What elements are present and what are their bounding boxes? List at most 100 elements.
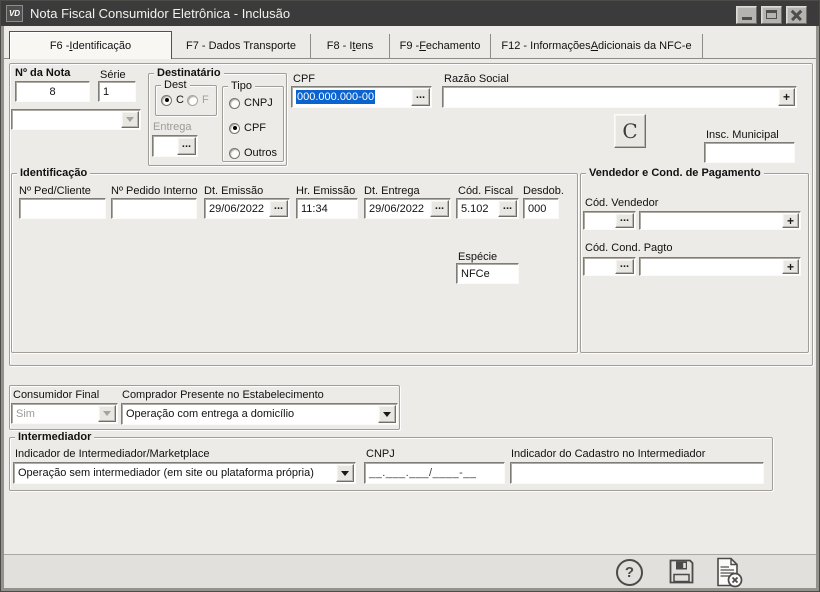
cod-vendedor-add-button[interactable]: + bbox=[782, 213, 799, 228]
nfce-window: VD Nota Fiscal Consumidor Eletrônica - I… bbox=[0, 0, 820, 592]
maximize-icon bbox=[766, 10, 777, 19]
cpf-lookup-button[interactable]: ... bbox=[411, 88, 430, 106]
tab-informacoes-adicionais[interactable]: F12 - Informações Adicionais da NFC-e bbox=[491, 34, 703, 58]
titlebar: VD Nota Fiscal Consumidor Eletrônica - I… bbox=[1, 1, 820, 26]
dest-title: Dest bbox=[161, 79, 190, 91]
insc-municipal-input[interactable] bbox=[704, 142, 795, 163]
cpf-label: CPF bbox=[293, 73, 315, 85]
cod-fiscal-lookup-button[interactable]: ... bbox=[498, 200, 517, 217]
cod-cond-pagto-add-button[interactable]: + bbox=[782, 259, 799, 274]
footer-bar bbox=[1, 555, 820, 592]
identificacao-title: Identificação bbox=[17, 167, 90, 179]
indicador-intermediador-dropdown-button[interactable] bbox=[336, 464, 354, 482]
minimize-button[interactable] bbox=[736, 6, 757, 24]
cod-fiscal-label: Cód. Fiscal bbox=[458, 185, 513, 197]
cod-vendedor-code-input[interactable]: ... bbox=[583, 211, 636, 230]
indicador-intermediador-combobox[interactable]: Operação sem intermediador (em site ou p… bbox=[13, 462, 356, 484]
tipo-radio-cnpj[interactable]: CNPJ bbox=[229, 97, 273, 109]
insc-municipal-label: Insc. Municipal bbox=[706, 129, 779, 141]
hr-emissao-label: Hr. Emissão bbox=[296, 185, 355, 197]
radio-icon bbox=[229, 123, 240, 134]
chevron-down-icon bbox=[126, 117, 134, 122]
cod-fiscal-input[interactable]: 5.102 ... bbox=[456, 198, 519, 219]
ped-cliente-input[interactable] bbox=[19, 198, 106, 219]
especie-input[interactable]: NFCe bbox=[456, 263, 519, 284]
pedido-interno-input[interactable] bbox=[111, 198, 197, 219]
desdob-label: Desdob. bbox=[523, 185, 564, 197]
radio-icon bbox=[229, 98, 240, 109]
comprador-presente-dropdown-button[interactable] bbox=[378, 405, 396, 423]
consumidor-final-combobox[interactable]: Sim bbox=[11, 403, 118, 424]
destinatario-title: Destinatário bbox=[154, 67, 224, 79]
intermediador-cnpj-label: CNPJ bbox=[366, 448, 395, 460]
hr-emissao-input[interactable]: 11:34 bbox=[296, 198, 358, 219]
chevron-down-icon bbox=[103, 411, 111, 416]
cod-cond-pagto-code-input[interactable]: ... bbox=[583, 257, 636, 276]
tipo-radio-cpf[interactable]: CPF bbox=[229, 122, 266, 134]
cpf-selected-text: 000.000.000-00 bbox=[296, 90, 375, 104]
razao-social-add-button[interactable]: + bbox=[778, 88, 795, 106]
entrega-lookup-button[interactable]: ... bbox=[177, 137, 196, 155]
dt-entrega-input[interactable]: 29/06/2022 ... bbox=[364, 198, 451, 219]
pedido-interno-label: Nº Pedido Interno bbox=[111, 185, 198, 197]
cod-vendedor-name-input[interactable]: + bbox=[639, 211, 801, 230]
intermediador-cnpj-input[interactable]: __.___.___/____-__ bbox=[364, 462, 505, 484]
entrega-input[interactable]: ... bbox=[152, 135, 198, 157]
save-floppy-icon bbox=[667, 557, 696, 586]
entrega-label: Entrega bbox=[153, 121, 192, 133]
cancel-document-icon bbox=[711, 555, 745, 589]
chevron-down-icon bbox=[341, 471, 349, 476]
dest-radio-c[interactable]: C bbox=[161, 94, 184, 106]
indicador-intermediador-label: Indicador de Intermediador/Marketplace bbox=[15, 448, 209, 460]
c-button[interactable]: C bbox=[614, 114, 646, 148]
serie-input[interactable]: 1 bbox=[98, 81, 136, 102]
tab-strip: F6 - Identificação F7 - Dados Transporte… bbox=[9, 31, 703, 59]
cod-cond-pagto-lookup-button[interactable]: ... bbox=[615, 259, 634, 274]
radio-icon bbox=[187, 95, 198, 106]
desdob-input[interactable]: 000 bbox=[523, 198, 559, 219]
nota-label: Nº da Nota bbox=[15, 67, 70, 79]
consumidor-final-dropdown-button[interactable] bbox=[98, 405, 116, 422]
tab-identificacao[interactable]: F6 - Identificação bbox=[9, 31, 172, 59]
chevron-down-icon bbox=[383, 412, 391, 417]
cadastro-intermediador-input[interactable] bbox=[510, 462, 764, 484]
save-button[interactable] bbox=[667, 557, 696, 589]
cod-vendedor-lookup-button[interactable]: ... bbox=[615, 213, 634, 228]
razao-social-input[interactable]: + bbox=[442, 86, 797, 108]
tipo-title: Tipo bbox=[228, 80, 255, 92]
dt-entrega-calendar-button[interactable]: ... bbox=[430, 200, 449, 217]
cod-vendedor-label: Cód. Vendedor bbox=[585, 197, 658, 209]
dt-entrega-label: Dt. Entrega bbox=[364, 185, 420, 197]
maximize-button[interactable] bbox=[761, 6, 782, 24]
dest-radio-f[interactable]: F bbox=[187, 94, 209, 106]
tab-fechamento[interactable]: F9 - Fechamento bbox=[390, 34, 491, 58]
window-title: Nota Fiscal Consumidor Eletrônica - Incl… bbox=[30, 6, 290, 21]
help-icon: ? bbox=[625, 564, 634, 581]
nota-combobox[interactable] bbox=[11, 109, 141, 130]
combobox-dropdown-button[interactable] bbox=[121, 111, 139, 128]
tab-itens[interactable]: F8 - Itens bbox=[311, 34, 390, 58]
radio-icon bbox=[161, 95, 172, 106]
cpf-input[interactable]: 000.000.000-00 ... bbox=[291, 86, 432, 108]
app-icon: VD bbox=[6, 5, 23, 22]
help-button[interactable]: ? bbox=[616, 559, 643, 586]
tipo-radio-outros[interactable]: Outros bbox=[229, 147, 277, 159]
cancel-button[interactable] bbox=[711, 555, 745, 592]
tab-dados-transporte[interactable]: F7 - Dados Transporte bbox=[172, 34, 311, 58]
dt-emissao-input[interactable]: 29/06/2022 ... bbox=[204, 198, 290, 219]
especie-label: Espécie bbox=[458, 251, 497, 263]
vendedor-title: Vendedor e Cond. de Pagamento bbox=[586, 167, 764, 179]
ped-cliente-label: Nº Ped/Cliente bbox=[19, 185, 91, 197]
comprador-presente-combobox[interactable]: Operação com entrega a domicílio bbox=[121, 403, 398, 425]
cod-cond-pagto-name-input[interactable]: + bbox=[639, 257, 801, 276]
consumidor-final-label: Consumidor Final bbox=[13, 389, 99, 401]
comprador-presente-label: Comprador Presente no Estabelecimento bbox=[122, 389, 324, 401]
dt-emissao-calendar-button[interactable]: ... bbox=[269, 200, 288, 217]
nota-input[interactable]: 8 bbox=[15, 81, 90, 102]
razao-social-label: Razão Social bbox=[444, 73, 509, 85]
dt-emissao-label: Dt. Emissão bbox=[204, 185, 263, 197]
minimize-icon bbox=[742, 17, 752, 20]
cadastro-intermediador-label: Indicador do Cadastro no Intermediador bbox=[511, 448, 705, 460]
intermediador-title: Intermediador bbox=[15, 431, 94, 443]
close-button[interactable] bbox=[786, 6, 807, 24]
